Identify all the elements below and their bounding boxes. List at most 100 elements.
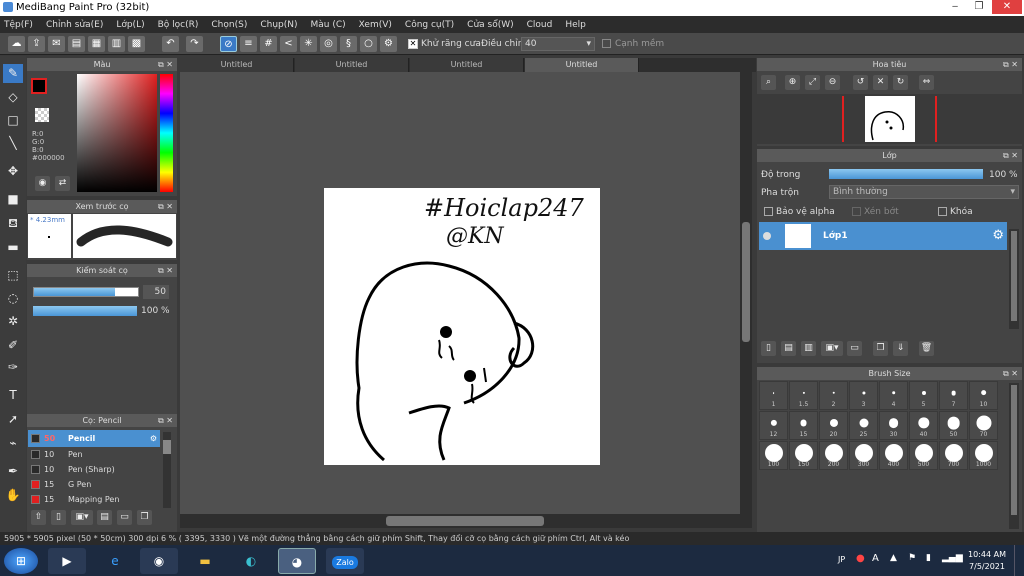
battery-icon[interactable]: ▮ xyxy=(926,553,931,563)
share-icon[interactable]: ⇪ xyxy=(28,36,45,52)
hue-slider[interactable] xyxy=(160,74,173,192)
panel-close-icon[interactable]: ⧉ ✕ xyxy=(158,264,173,277)
brush-tool-icon[interactable]: ✎ xyxy=(3,64,23,83)
reset-icon[interactable]: ✕ xyxy=(873,75,888,90)
menu-cloud[interactable]: Cloud xyxy=(527,20,553,30)
cloud-icon[interactable]: ☁ xyxy=(8,36,25,52)
panel-close-icon[interactable]: ⧉ ✕ xyxy=(1003,149,1018,162)
add-brush-icon[interactable]: ⇧ xyxy=(31,510,46,525)
blend-mode-select[interactable]: Bình thường ▾ xyxy=(829,185,1019,199)
brush-size-value[interactable]: 50 xyxy=(143,285,169,299)
folder-icon[interactable]: ▭ xyxy=(117,510,132,525)
panel-close-icon[interactable]: ⧉ ✕ xyxy=(158,58,173,71)
gear-icon[interactable]: ⚙ xyxy=(150,430,157,447)
new-halftone-layer-icon[interactable]: ▤ xyxy=(781,341,796,356)
close-button[interactable]: ✕ xyxy=(992,0,1022,14)
brush-size-cell[interactable]: 1.5 xyxy=(789,381,818,410)
ime-mode-icon[interactable]: A xyxy=(872,553,879,564)
zoom-in-icon[interactable]: ⊕ xyxy=(785,75,800,90)
brush-size-cell[interactable]: 40 xyxy=(909,411,938,440)
brush-menu-icon[interactable]: ▣▾ xyxy=(71,510,93,525)
comment-icon[interactable]: ✉ xyxy=(48,36,65,52)
fill-shape-icon[interactable]: ■ xyxy=(3,190,23,209)
hand-tool-icon[interactable]: ✋ xyxy=(3,486,23,505)
internet-explorer-icon[interactable]: e xyxy=(96,548,134,574)
brush-size-cell[interactable]: 15 xyxy=(789,411,818,440)
navigator-preview[interactable] xyxy=(757,94,1022,144)
edge-icon[interactable]: ◐ xyxy=(232,548,270,574)
select-rect-icon[interactable]: ⬚ xyxy=(3,266,23,285)
new-layer-icon[interactable]: ▯ xyxy=(761,341,776,356)
clip-checkbox[interactable] xyxy=(852,207,861,216)
grid-icon[interactable]: ▩ xyxy=(128,36,145,52)
lasso-tool-icon[interactable]: ◌ xyxy=(3,289,23,308)
brush-item-pencil[interactable]: 50 Pencil ⚙ xyxy=(28,430,160,447)
menu-edit[interactable]: Chỉnh sửa(E) xyxy=(46,20,103,30)
duplicate-layer-icon[interactable]: ❐ xyxy=(873,341,888,356)
brush-size-cell[interactable]: 500 xyxy=(909,441,938,470)
maximize-button[interactable]: ❐ xyxy=(968,0,990,14)
duplicate-icon[interactable]: ❐ xyxy=(137,510,152,525)
new-brush-icon[interactable]: ▯ xyxy=(51,510,66,525)
brush-size-cell[interactable]: 100 xyxy=(759,441,788,470)
brush-size-cell[interactable]: 700 xyxy=(939,441,968,470)
gradient-tool-icon[interactable]: ▬ xyxy=(3,238,23,257)
scroll-thumb[interactable] xyxy=(1011,385,1017,515)
panel-icon[interactable]: ▥ xyxy=(108,36,125,52)
brush-size-cell[interactable]: 400 xyxy=(879,441,908,470)
scroll-thumb[interactable] xyxy=(742,222,750,342)
brush-list-scrollbar[interactable] xyxy=(163,432,171,508)
new-1bit-layer-icon[interactable]: ▥ xyxy=(801,341,816,356)
merge-layer-icon[interactable]: ⇓ xyxy=(893,341,908,356)
vanish-snap-icon[interactable]: < xyxy=(280,36,297,52)
soft-edge-checkbox[interactable] xyxy=(602,39,611,48)
language-indicator[interactable]: JP xyxy=(838,555,845,564)
brush-size-cell[interactable]: 2 xyxy=(819,381,848,410)
transparent-color[interactable] xyxy=(35,108,49,122)
clock-date[interactable]: 7/5/2021 xyxy=(966,562,1008,571)
undo-icon[interactable]: ↶ xyxy=(162,36,179,52)
protect-alpha-checkbox[interactable] xyxy=(764,207,773,216)
layer-scrollbar[interactable] xyxy=(1009,229,1019,329)
flag-icon[interactable]: ⚑ xyxy=(908,553,916,563)
zoom-search-icon[interactable]: ⌕ xyxy=(761,75,776,90)
panel-close-icon[interactable]: ⧉ ✕ xyxy=(158,200,173,213)
network-icon[interactable]: ▂▄▆ xyxy=(942,553,963,563)
brush-size-cell[interactable]: 300 xyxy=(849,441,878,470)
scroll-thumb[interactable] xyxy=(163,440,171,454)
rotate-right-icon[interactable]: ↻ xyxy=(893,75,908,90)
menu-snap[interactable]: Chụp(N) xyxy=(260,20,297,30)
brush-size-cell[interactable]: 200 xyxy=(819,441,848,470)
ime-icon[interactable]: ● xyxy=(856,553,865,564)
eraser-tool-icon[interactable]: ◇ xyxy=(3,88,23,107)
scroll-thumb[interactable] xyxy=(1011,231,1017,321)
fit-icon[interactable]: ⤢ xyxy=(805,75,820,90)
brush-size-cell[interactable]: 10 xyxy=(969,381,998,410)
brush-size-slider[interactable] xyxy=(33,287,139,297)
brush-opacity-slider[interactable] xyxy=(33,306,137,316)
brush-size-cell[interactable]: 1000 xyxy=(969,441,998,470)
menu-help[interactable]: Help xyxy=(565,20,586,30)
trash-icon[interactable]: 🗑 xyxy=(919,341,934,356)
magic-wand-icon[interactable]: ✲ xyxy=(3,312,23,331)
snap-settings-icon[interactable]: ⚙ xyxy=(380,36,397,52)
brush-size-cell[interactable]: 70 xyxy=(969,411,998,440)
brush-size-cell[interactable]: 7 xyxy=(939,381,968,410)
brush-size-cell[interactable]: 12 xyxy=(759,411,788,440)
flip-icon[interactable]: ⇔ xyxy=(919,75,934,90)
chrome-icon[interactable]: ◉ xyxy=(140,548,178,574)
redo-icon[interactable]: ↷ xyxy=(186,36,203,52)
cross-snap-icon[interactable]: # xyxy=(260,36,277,52)
layer-item-layer1[interactable]: Lớp1 ⚙ xyxy=(759,222,1007,250)
line-tool-icon[interactable]: ╲ xyxy=(3,134,23,153)
text-tool-icon[interactable]: T xyxy=(3,386,23,405)
saturation-picker[interactable] xyxy=(77,74,157,192)
show-desktop-button[interactable] xyxy=(1014,545,1024,576)
clock-time[interactable]: 10:44 AM xyxy=(966,550,1008,559)
rotate-left-icon[interactable]: ↺ xyxy=(853,75,868,90)
select-eraser-icon[interactable]: ✑ xyxy=(3,358,23,377)
zoom-out-icon[interactable]: ⊖ xyxy=(825,75,840,90)
menu-filter[interactable]: Bộ lọc(R) xyxy=(158,20,199,30)
select-pen-icon[interactable]: ✐ xyxy=(3,336,23,355)
foreground-color[interactable] xyxy=(31,78,47,94)
